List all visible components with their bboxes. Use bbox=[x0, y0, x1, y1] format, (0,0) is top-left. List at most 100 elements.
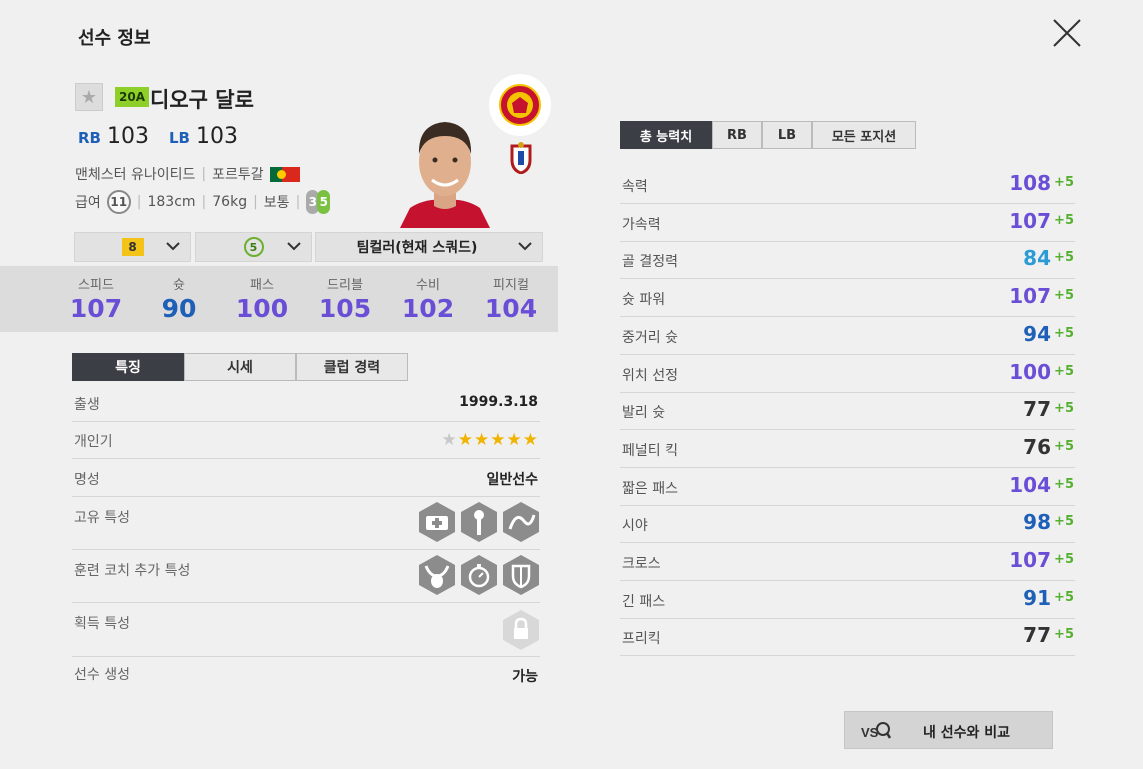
favorite-star-button[interactable]: ★ bbox=[75, 83, 103, 111]
key-stat-label: 패스 bbox=[250, 278, 274, 293]
key-stat-value: 100 bbox=[235, 294, 289, 323]
shield-icon[interactable] bbox=[502, 554, 540, 596]
key-stat: 스피드 107 bbox=[61, 274, 131, 323]
star-icon: ★ bbox=[506, 430, 522, 450]
attribute-value: 108 bbox=[1009, 171, 1051, 195]
key-stat: 드리블 105 bbox=[310, 274, 380, 323]
position-label: LB bbox=[168, 129, 190, 147]
coach-traits-row: 훈련 코치 추가 특성 bbox=[72, 550, 540, 603]
player-name: 디오구 달로 bbox=[150, 88, 254, 112]
star-icon: ★ bbox=[522, 430, 538, 450]
attribute-name: 골 결정력 bbox=[622, 254, 678, 271]
compare-button-label: 내 선수와 비교 bbox=[923, 725, 1011, 741]
star-icon: ★ bbox=[457, 430, 473, 450]
position-label: RB bbox=[78, 129, 101, 147]
attribute-name: 가속력 bbox=[622, 216, 661, 233]
salary-value: 11 bbox=[106, 190, 131, 214]
attribute-value: 98 bbox=[1023, 510, 1051, 535]
attribute-name: 중거리 슛 bbox=[622, 329, 678, 346]
club-name: 맨체스터 유나이티드 bbox=[75, 167, 196, 183]
attribute-row: 짧은 패스 104 +5 bbox=[620, 469, 1075, 506]
birth-row: 출생 1999.3.18 bbox=[72, 384, 540, 422]
long-throw-icon[interactable] bbox=[502, 501, 540, 543]
tab-rb[interactable]: RB bbox=[712, 121, 762, 149]
injury-prone-icon[interactable] bbox=[460, 501, 498, 543]
portugal-flag-icon bbox=[269, 166, 300, 182]
close-icon[interactable] bbox=[1050, 16, 1084, 50]
attribute-value: 107 bbox=[1009, 284, 1051, 309]
attribute-bonus: +5 bbox=[1054, 250, 1074, 266]
attribute-name: 슛 파워 bbox=[622, 292, 666, 309]
coach-traits-label: 훈련 코치 추가 특성 bbox=[74, 563, 191, 579]
attribute-name: 짧은 패스 bbox=[622, 480, 678, 497]
attribute-name: 속력 bbox=[622, 179, 648, 195]
attribute-name: 위치 선정 bbox=[622, 367, 678, 384]
svg-text:VS: VS bbox=[861, 725, 879, 740]
star-icon: ★ bbox=[441, 430, 457, 450]
attribute-bonus: +5 bbox=[1054, 175, 1074, 190]
attribute-bonus: +5 bbox=[1054, 288, 1074, 304]
player-creation-row: 선수 생성 가능 bbox=[72, 657, 540, 693]
enhancement-selector[interactable]: 8 bbox=[74, 232, 191, 262]
player-creation-value: 가능 bbox=[512, 669, 538, 685]
tab-price[interactable]: 시세 bbox=[184, 353, 296, 381]
body-type: 보통 bbox=[263, 195, 290, 211]
key-stat-value: 104 bbox=[484, 294, 538, 323]
nation-name: 포르투갈 bbox=[212, 167, 264, 183]
bull-icon[interactable] bbox=[418, 554, 456, 596]
attribute-value: 84 bbox=[1023, 246, 1051, 271]
unique-traits-label: 고유 특성 bbox=[74, 510, 130, 526]
compare-with-my-player-button[interactable]: VS 내 선수와 비교 bbox=[844, 711, 1053, 749]
strong-foot: 5 bbox=[317, 190, 331, 214]
tab-all-positions[interactable]: 모든 포지션 bbox=[812, 121, 916, 149]
page-title: 선수 정보 bbox=[78, 28, 151, 49]
coach-traits-icons bbox=[418, 554, 540, 596]
attribute-row: 시야 98 +5 bbox=[620, 506, 1075, 544]
tab-club-career[interactable]: 클럽 경력 bbox=[296, 353, 408, 381]
attribute-value: 77 bbox=[1023, 623, 1051, 648]
star-icon: ★ bbox=[474, 430, 490, 450]
attribute-row: 위치 선정 100 +5 bbox=[620, 356, 1075, 393]
attribute-bonus: +5 bbox=[1054, 438, 1074, 454]
popularity-label: 개인기 bbox=[74, 434, 113, 450]
key-stat: 패스 100 bbox=[227, 274, 297, 323]
attribute-value: 104 bbox=[1009, 472, 1051, 497]
birth-label: 출생 bbox=[74, 397, 100, 413]
attribute-row: 페널티 킥 76 +5 bbox=[620, 431, 1075, 468]
attribute-value: 107 bbox=[1009, 548, 1051, 572]
tab-lb[interactable]: LB bbox=[762, 121, 812, 149]
attribute-bonus: +5 bbox=[1054, 627, 1074, 643]
fame-row: 명성 일반선수 bbox=[72, 459, 540, 497]
enhancement-level: 8 bbox=[121, 238, 144, 256]
tab-traits[interactable]: 특징 bbox=[72, 353, 184, 381]
attribute-row: 프리킥 77 +5 bbox=[620, 619, 1075, 657]
position-ovr: 103 bbox=[106, 124, 149, 149]
attribute-name: 긴 패스 bbox=[622, 593, 666, 610]
medic-icon[interactable] bbox=[418, 501, 456, 543]
attribute-bonus: +5 bbox=[1054, 363, 1074, 379]
attribute-row: 발리 슛 77 +5 bbox=[620, 393, 1075, 431]
stopwatch-icon[interactable] bbox=[460, 554, 498, 596]
key-stat-label: 드리블 bbox=[327, 278, 363, 293]
portugal-crest-icon bbox=[510, 142, 532, 174]
level-selector[interactable]: 5 bbox=[195, 232, 312, 262]
attribute-row: 크로스 107 +5 bbox=[620, 544, 1075, 581]
key-stat-label: 스피드 bbox=[78, 278, 114, 293]
attribute-name: 프리킥 bbox=[622, 631, 661, 648]
lock-icon bbox=[503, 610, 539, 650]
star-icon: ★ bbox=[490, 430, 506, 450]
info-tabs: 특징 시세 클럽 경력 bbox=[72, 353, 408, 381]
tab-total-stats[interactable]: 총 능력치 bbox=[620, 121, 712, 149]
vs-search-icon: VS bbox=[861, 722, 891, 740]
chevron-down-icon bbox=[518, 242, 532, 251]
popularity-row: 개인기 ★ ★ ★ ★ ★ ★ bbox=[72, 422, 540, 459]
attribute-value: 76 bbox=[1023, 434, 1051, 459]
attribute-value: 107 bbox=[1009, 208, 1051, 233]
man-utd-crest-icon bbox=[499, 84, 541, 126]
season-badge: 20A bbox=[115, 87, 149, 107]
attribute-value: 91 bbox=[1023, 585, 1051, 610]
player-level: 5 bbox=[243, 237, 264, 257]
key-stat-value: 105 bbox=[318, 294, 372, 323]
team-color-selector[interactable]: 팀컬러(현재 스쿼드) bbox=[315, 232, 543, 262]
acquired-traits-icons bbox=[502, 609, 540, 651]
